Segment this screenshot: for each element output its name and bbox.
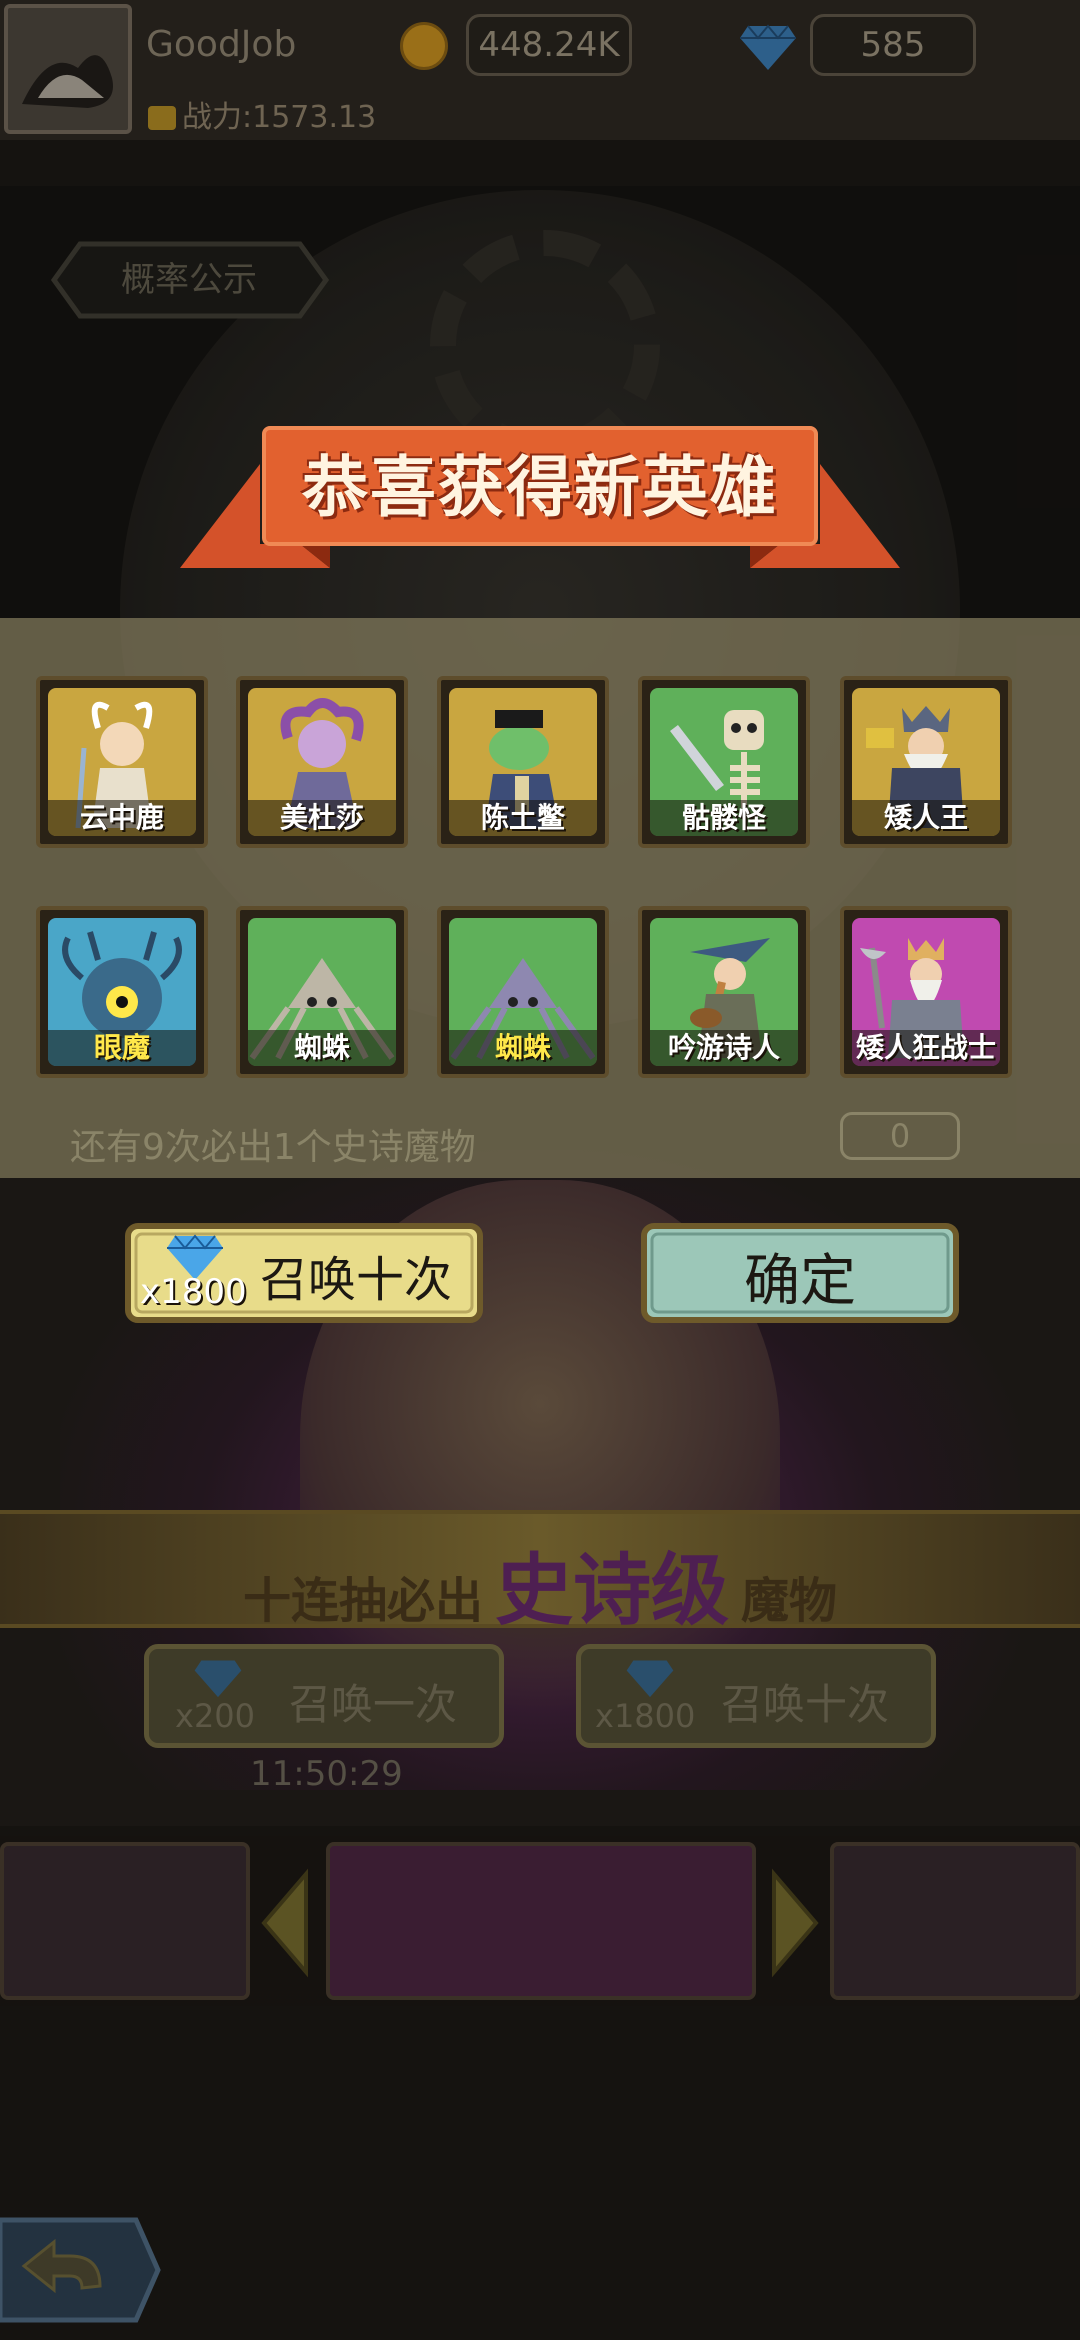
confirm-button-label: 确定 <box>744 1249 856 1314</box>
summon-ten-cost: x1800 <box>140 1272 247 1312</box>
gem-icon <box>194 1660 242 1698</box>
carousel-card-current[interactable] <box>326 1842 756 2000</box>
hero-card-elf[interactable]: 云中鹿 <box>36 676 208 848</box>
hero-portrait: 矮人王 <box>852 688 1000 836</box>
gem-balance[interactable]: 585 <box>810 14 976 76</box>
modal-title: 恭喜获得新英雄 <box>302 449 778 526</box>
coin-balance[interactable]: 448.24K <box>466 14 632 76</box>
hero-portrait: 陈土鳖 <box>449 688 597 836</box>
hero-name: 矮人王 <box>852 800 1000 836</box>
hero-portrait: 蜘蛛 <box>449 918 597 1066</box>
hero-card-medusa[interactable]: 美杜莎 <box>236 676 408 848</box>
combat-power: 战力:1573.13 <box>148 92 376 136</box>
summon-once-button[interactable]: x200 召唤一次 <box>144 1644 504 1748</box>
pity-counter-text: 还有9次必出1个史诗魔物 <box>70 1127 476 1168</box>
player-name: GoodJob <box>146 24 297 65</box>
hero-card-skeleton[interactable]: 骷髅怪 <box>638 676 810 848</box>
summon-once-cost: x200 <box>175 1697 256 1735</box>
summon-ten-bg-cost: x1800 <box>595 1697 696 1735</box>
hero-card-spider-purple[interactable]: 蜘蛛 <box>437 906 609 1078</box>
power-icon <box>148 106 176 130</box>
carousel-right-arrow-icon[interactable] <box>768 1868 822 1978</box>
hero-portrait: 蜘蛛 <box>248 918 396 1066</box>
summon-ten-label: 召唤十次 <box>260 1252 453 1308</box>
back-button[interactable] <box>0 2216 162 2324</box>
gem-icon <box>740 24 796 70</box>
hero-card-bard[interactable]: 吟游诗人 <box>638 906 810 1078</box>
hero-portrait: 吟游诗人 <box>650 918 798 1066</box>
summon-ten-bg-button[interactable]: x1800 召唤十次 <box>576 1644 936 1748</box>
hero-card-turtle[interactable]: 陈土鳖 <box>437 676 609 848</box>
summon-once-label: 召唤一次 <box>289 1680 458 1729</box>
hero-name: 陈土鳖 <box>449 800 597 836</box>
summon-ten-bg-label: 召唤十次 <box>721 1680 890 1729</box>
carousel-card-next[interactable] <box>830 1842 1080 2000</box>
free-summon-timer: 11:50:29 <box>250 1754 403 1794</box>
hero-name: 蜘蛛 <box>449 1030 597 1066</box>
player-avatar[interactable] <box>4 4 132 134</box>
hero-portrait: 眼魔 <box>48 918 196 1066</box>
epic-prefix: 十连抽必出 <box>242 1573 483 1629</box>
pity-counter-value: 0 <box>840 1112 960 1160</box>
carousel-left-arrow-icon[interactable] <box>258 1868 312 1978</box>
hero-name: 美杜莎 <box>248 800 396 836</box>
hero-name: 云中鹿 <box>48 800 196 836</box>
hero-portrait: 云中鹿 <box>48 688 196 836</box>
hero-card-dwarf-king[interactable]: 矮人王 <box>840 676 1012 848</box>
hero-name: 骷髅怪 <box>650 800 798 836</box>
epic-suffix: 魔物 <box>741 1573 838 1629</box>
gem-icon <box>626 1660 674 1698</box>
hero-card-spider[interactable]: 蜘蛛 <box>236 906 408 1078</box>
avatar-creature-icon <box>22 55 113 108</box>
hero-portrait: 矮人狂战士 <box>852 918 1000 1066</box>
carousel-card-prev[interactable] <box>0 1842 250 2000</box>
epic-emphasis: 史诗级 <box>494 1546 729 1636</box>
epic-guarantee-text: 十连抽必出 史诗级 魔物 <box>0 1528 1080 1640</box>
combat-power-label: 战力:1573.13 <box>182 100 377 135</box>
hero-portrait: 美杜莎 <box>248 688 396 836</box>
hero-name: 蜘蛛 <box>248 1030 396 1066</box>
hero-name: 吟游诗人 <box>650 1030 798 1066</box>
hero-card-beholder[interactable]: 眼魔 <box>36 906 208 1078</box>
hero-portrait: 骷髅怪 <box>650 688 798 836</box>
hero-card-berserker[interactable]: 矮人狂战士 <box>840 906 1012 1078</box>
hero-name: 眼魔 <box>48 1030 196 1066</box>
hero-name: 矮人狂战士 <box>852 1030 1000 1066</box>
coin-icon <box>400 22 448 70</box>
